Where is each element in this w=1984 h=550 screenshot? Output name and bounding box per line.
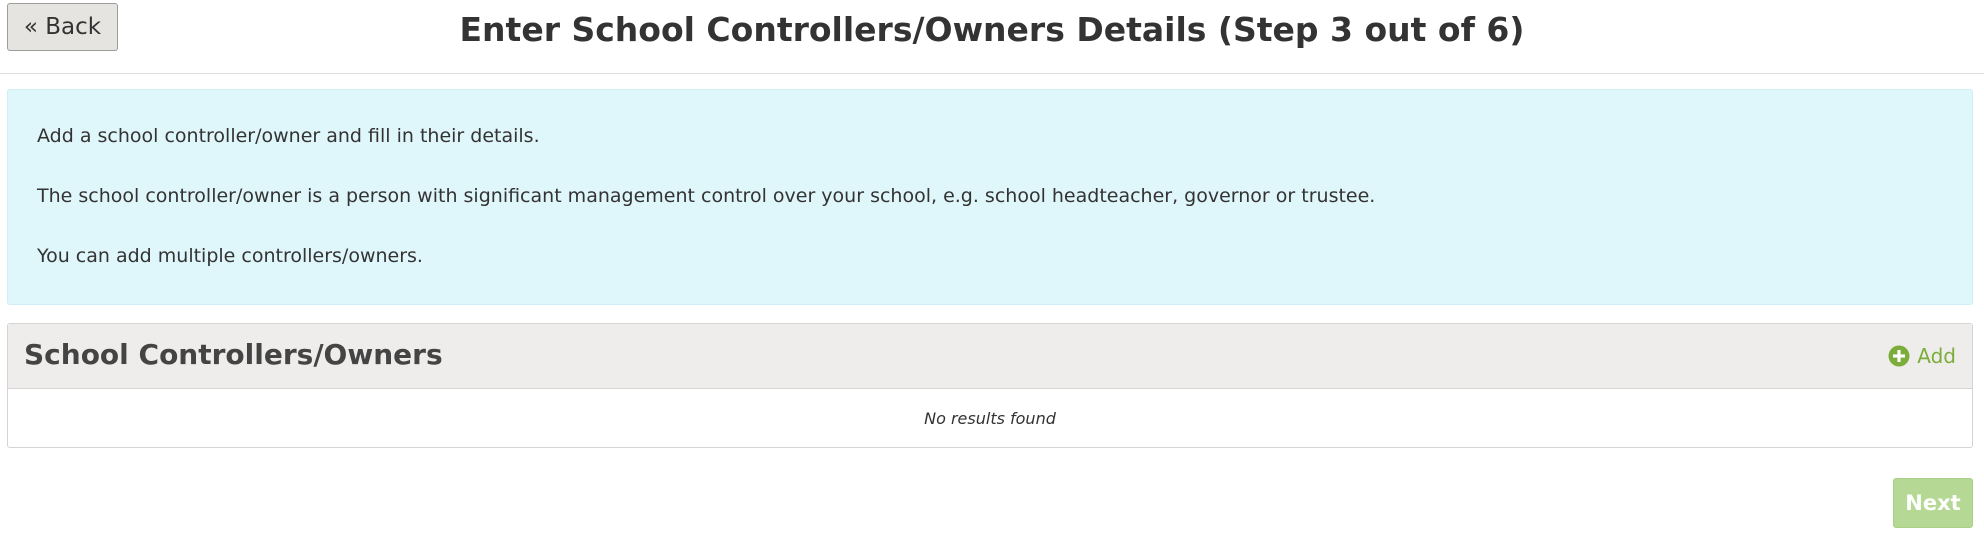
info-text-definition: The school controller/owner is a person … — [37, 185, 1376, 207]
plus-circle-icon — [1888, 345, 1910, 367]
add-controller-button[interactable]: Add — [1888, 343, 1956, 369]
controllers-panel: School Controllers/Owners Add No results… — [7, 323, 1973, 448]
page-title: Enter School Controllers/Owners Details … — [459, 10, 1525, 49]
panel-header: School Controllers/Owners Add — [8, 324, 1972, 389]
page: « Back Enter School Controllers/Owners D… — [0, 0, 1984, 550]
panel-title: School Controllers/Owners — [24, 338, 443, 371]
page-header: « Back Enter School Controllers/Owners D… — [0, 0, 1984, 74]
empty-state-text: No results found — [924, 409, 1056, 428]
add-label: Add — [1917, 344, 1956, 368]
info-text-intro: Add a school controller/owner and fill i… — [37, 125, 540, 147]
info-text-multiple: You can add multiple controllers/owners. — [37, 245, 423, 267]
info-alert: Add a school controller/owner and fill i… — [7, 89, 1973, 305]
next-button[interactable]: Next — [1893, 478, 1973, 528]
